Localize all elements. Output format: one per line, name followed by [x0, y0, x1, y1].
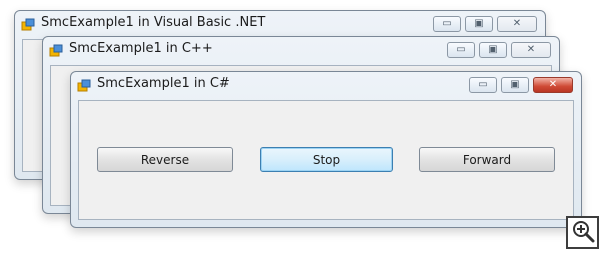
- forward-button[interactable]: Forward: [419, 147, 555, 172]
- minimize-button[interactable]: ▭: [469, 77, 497, 93]
- close-button[interactable]: ✕: [533, 77, 573, 93]
- titlebar-cpp[interactable]: SmcExample1 in C++ ▭ ▣ ✕: [43, 37, 559, 63]
- maximize-icon: ▣: [474, 18, 484, 29]
- titlebar-csharp[interactable]: SmcExample1 in C# ▭ ▣ ✕: [71, 72, 581, 98]
- reverse-button[interactable]: Reverse: [97, 147, 233, 172]
- window-title-csharp: SmcExample1 in C#: [97, 76, 230, 91]
- close-icon: ✕: [526, 44, 536, 55]
- minimize-button[interactable]: ▭: [433, 16, 461, 32]
- minimize-icon: ▭: [478, 79, 488, 90]
- window-controls-csharp: ▭ ▣ ✕: [469, 76, 573, 94]
- maximize-icon: ▣: [488, 44, 498, 55]
- zoom-in-icon: [571, 219, 595, 247]
- maximize-icon: ▣: [510, 79, 520, 90]
- minimize-icon: ▭: [456, 44, 466, 55]
- window-controls-vbnet: ▭ ▣ ✕: [433, 15, 537, 33]
- window-title-vbnet: SmcExample1 in Visual Basic .NET: [41, 15, 266, 30]
- close-icon: ✕: [512, 18, 522, 29]
- app-icon: [49, 43, 63, 57]
- window-title-cpp: SmcExample1 in C++: [69, 41, 213, 56]
- maximize-button[interactable]: ▣: [465, 16, 493, 32]
- window-controls-cpp: ▭ ▣ ✕: [447, 41, 551, 59]
- minimize-icon: ▭: [442, 18, 452, 29]
- desktop-stage: SmcExample1 in Visual Basic .NET ▭ ▣ ✕ S…: [0, 0, 602, 253]
- window-csharp[interactable]: SmcExample1 in C# ▭ ▣ ✕ Reverse Stop For…: [70, 71, 582, 228]
- maximize-button[interactable]: ▣: [501, 77, 529, 93]
- app-icon: [21, 17, 35, 31]
- stop-button[interactable]: Stop: [260, 147, 393, 172]
- zoom-in-button[interactable]: [566, 216, 599, 249]
- minimize-button[interactable]: ▭: [447, 42, 475, 58]
- maximize-button[interactable]: ▣: [479, 42, 507, 58]
- titlebar-vbnet[interactable]: SmcExample1 in Visual Basic .NET ▭ ▣ ✕: [15, 11, 545, 37]
- close-button[interactable]: ✕: [497, 16, 537, 32]
- app-icon: [77, 78, 91, 92]
- client-area-csharp: Reverse Stop Forward: [78, 100, 574, 220]
- close-button[interactable]: ✕: [511, 42, 551, 58]
- close-icon: ✕: [548, 79, 558, 90]
